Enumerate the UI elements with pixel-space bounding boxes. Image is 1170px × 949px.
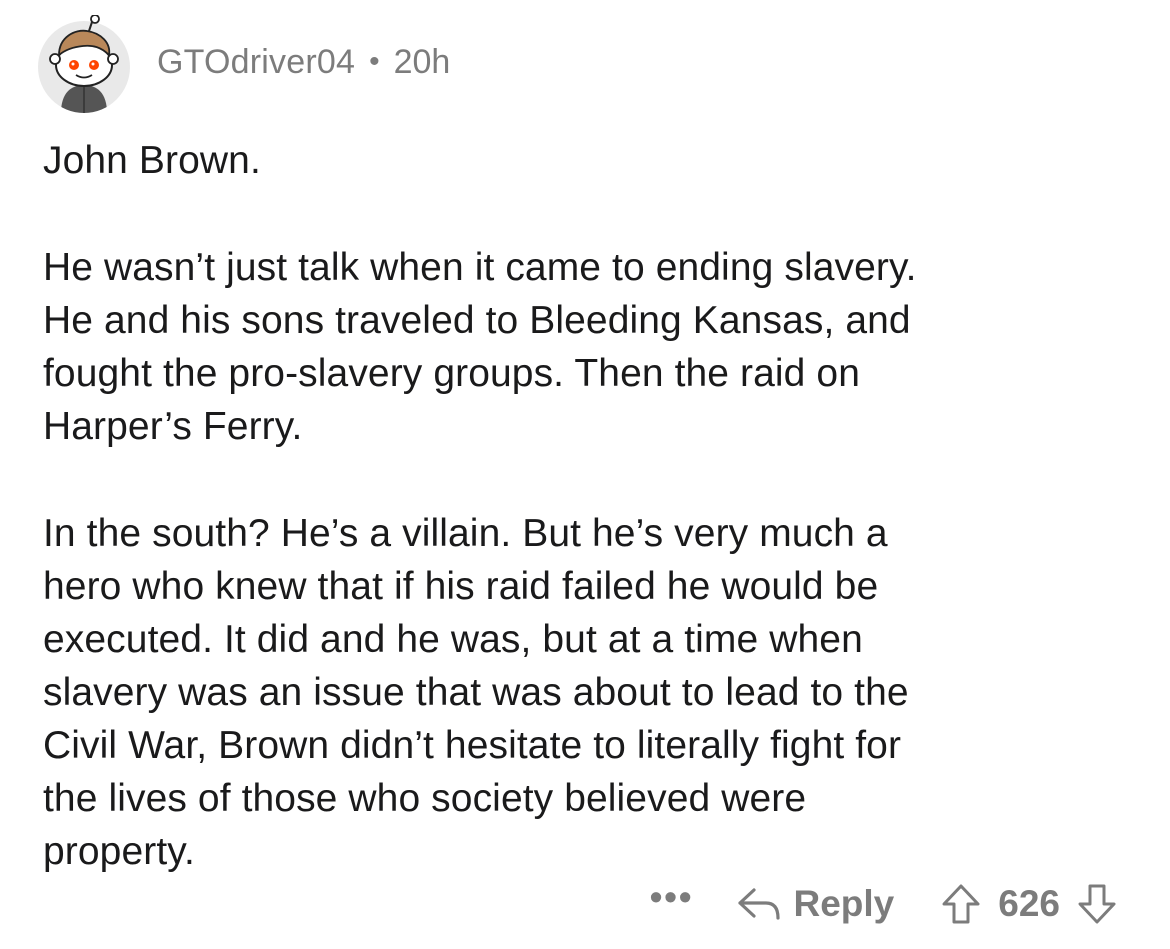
reddit-snoo-avatar-icon: [38, 15, 130, 113]
user-avatar[interactable]: [35, 15, 133, 113]
more-options-button[interactable]: •••: [650, 876, 694, 918]
meta-separator: •: [369, 45, 380, 78]
comment-paragraph: He wasn’t just talk when it came to endi…: [43, 246, 917, 448]
comment-paragraph: In the south? He’s a villain. But he’s v…: [43, 512, 909, 873]
vote-score: 626: [998, 883, 1060, 924]
comment-actions: ••• Reply 626: [650, 874, 1118, 934]
reply-arrow-icon: [737, 888, 780, 920]
comment-header: GTOdriver04 • 20h: [35, 14, 450, 114]
reply-button[interactable]: Reply: [736, 883, 895, 925]
comment-body: John Brown. He wasn’t just talk when it …: [43, 134, 1133, 932]
reply-label: Reply: [793, 883, 895, 924]
vote-controls: 626: [940, 882, 1118, 926]
upvote-arrow-icon[interactable]: [940, 882, 982, 926]
downvote-arrow-icon[interactable]: [1076, 882, 1118, 926]
comment-paragraph: John Brown.: [43, 139, 261, 182]
username-link[interactable]: GTOdriver04: [157, 43, 355, 82]
comment-meta: GTOdriver04 • 20h: [157, 43, 450, 82]
comment-age: 20h: [393, 42, 451, 81]
